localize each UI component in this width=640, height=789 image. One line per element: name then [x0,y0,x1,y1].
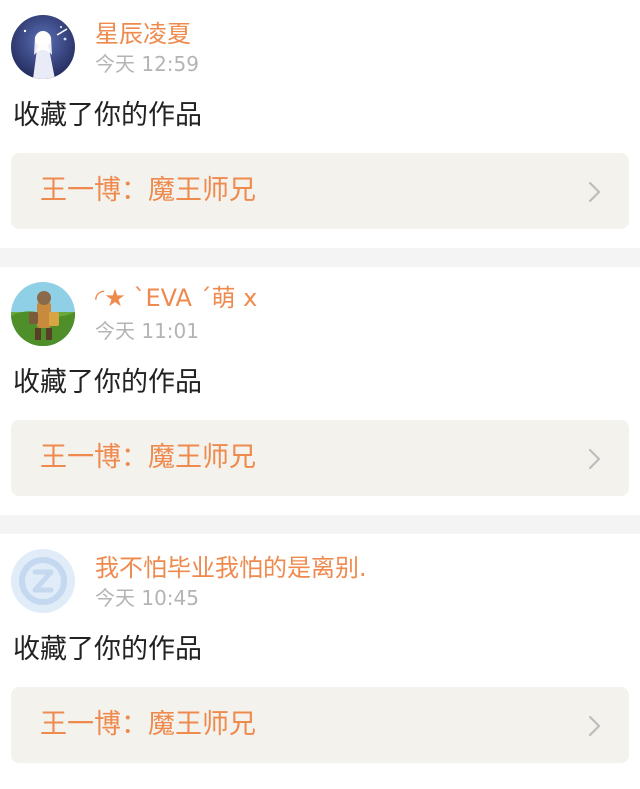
action-text: 收藏了你的作品 [13,100,202,131]
chevron-right-icon [588,715,601,737]
avatar[interactable] [11,15,75,79]
avatar[interactable] [11,549,75,613]
work-title: 王一博：魔王师兄 [40,175,256,206]
action-text: 收藏了你的作品 [13,634,202,665]
notification-list: 星辰凌夏 今天 12:59 收藏了你的作品 王一博：魔王师兄 ◜★ ˋEVA ˊ… [0,0,640,782]
avatar[interactable] [11,282,75,346]
default-qq-avatar-icon [11,549,75,613]
section-divider [0,248,640,267]
section-divider [0,515,640,534]
cartoon-landscape-avatar-icon [11,282,75,346]
work-title: 王一博：魔王师兄 [40,442,256,473]
chevron-right-icon [588,448,601,470]
work-link[interactable]: 王一博：魔王师兄 [11,153,629,229]
username[interactable]: 我不怕毕业我怕的是离别. [95,552,367,584]
work-link[interactable]: 王一博：魔王师兄 [11,687,629,763]
notification-item: 我不怕毕业我怕的是离别. 今天 10:45 收藏了你的作品 王一博：魔王师兄 [0,534,640,782]
chevron-right-icon [588,181,601,203]
notification-item: ◜★ ˋEVA ˊ萌 x 今天 11:01 收藏了你的作品 王一博：魔王师兄 [0,267,640,515]
timestamp: 今天 12:59 [95,52,199,76]
timestamp: 今天 10:45 [95,586,199,610]
username[interactable]: 星辰凌夏 [95,18,191,50]
work-link[interactable]: 王一博：魔王师兄 [11,420,629,496]
timestamp: 今天 11:01 [95,319,199,343]
notification-item: 星辰凌夏 今天 12:59 收藏了你的作品 王一博：魔王师兄 [0,0,640,248]
username[interactable]: ◜★ ˋEVA ˊ萌 x [95,282,257,314]
anime-figure-avatar-icon [11,15,75,79]
work-title: 王一博：魔王师兄 [40,709,256,740]
action-text: 收藏了你的作品 [13,367,202,398]
